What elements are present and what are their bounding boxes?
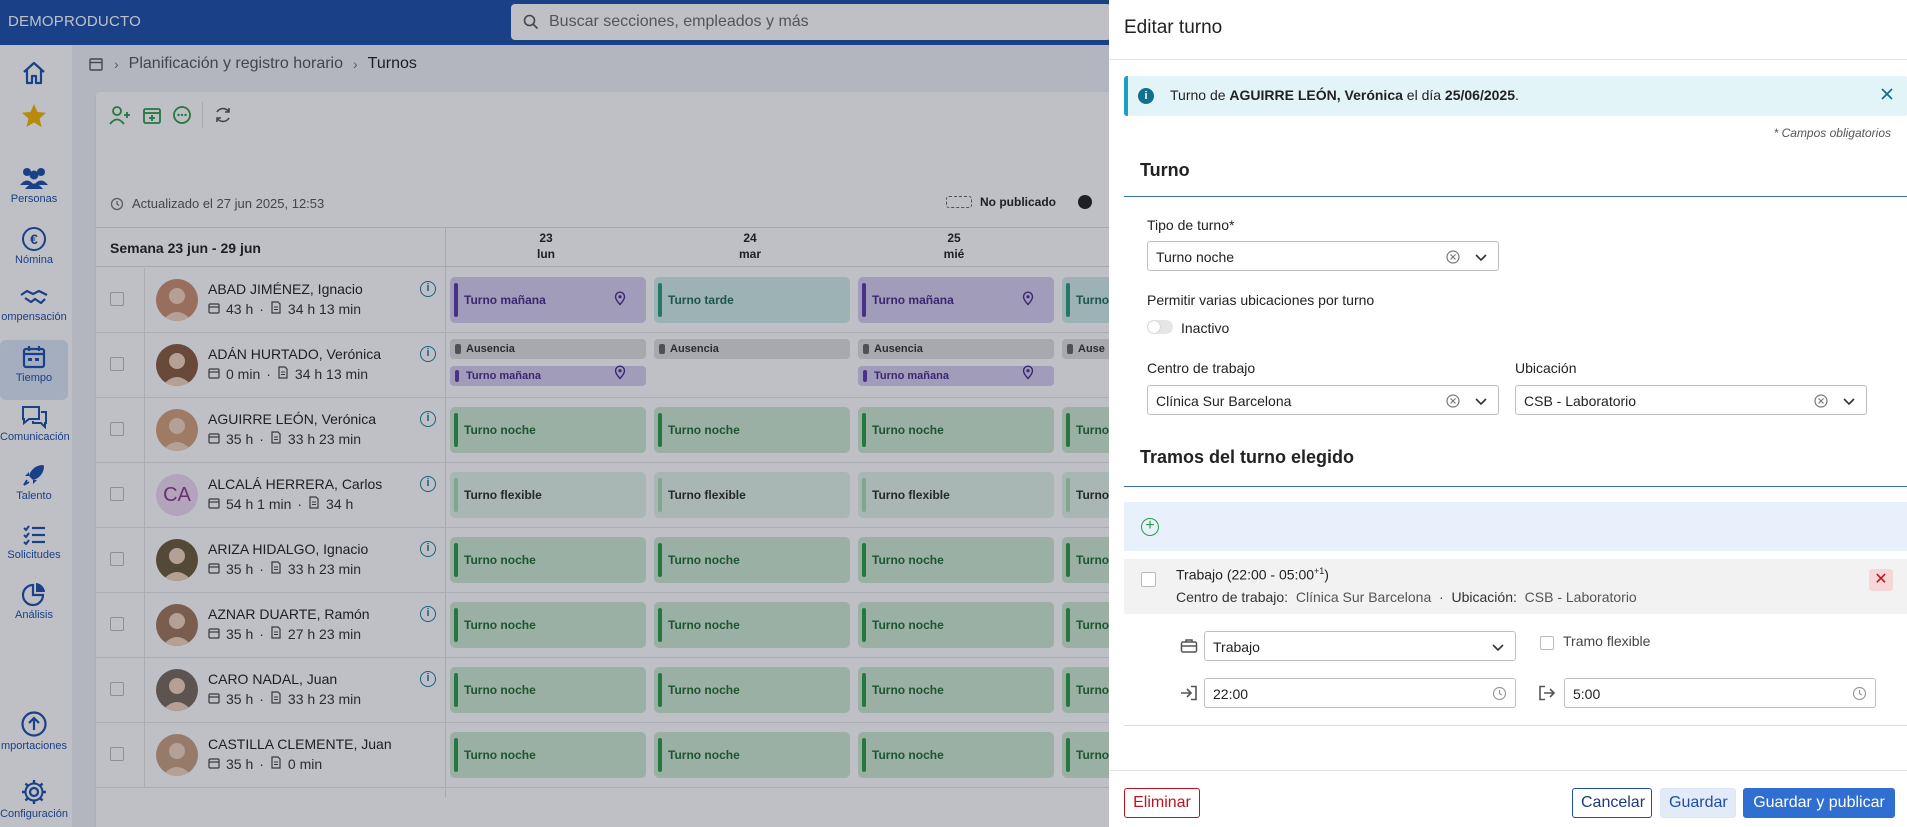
close-icon[interactable]	[1879, 86, 1895, 102]
briefcase-icon	[1180, 639, 1198, 653]
location-value: CSB - Laboratorio	[1524, 393, 1637, 409]
shift-type-label: Tipo de turno*	[1147, 217, 1235, 233]
segments-toolbar: +	[1124, 502, 1907, 551]
segment-checkbox[interactable]	[1141, 572, 1156, 587]
end-time-value: 5:00	[1573, 686, 1601, 702]
clock-icon	[1852, 686, 1867, 701]
cancel-button[interactable]: Cancelar	[1572, 788, 1652, 818]
alert-text: Turno de AGUIRRE LEÓN, Verónica el día 2…	[1170, 87, 1519, 103]
required-note: * Campos obligatorios	[1773, 126, 1891, 140]
segment-row: Trabajo (22:00 - 05:00+1) Centro de trab…	[1124, 559, 1907, 614]
divider	[1124, 725, 1907, 726]
segment-type-select[interactable]: Trabajo	[1204, 631, 1516, 661]
divider	[1109, 59, 1907, 60]
chevron-down-icon	[1475, 398, 1487, 406]
segment-location-value: CSB - Laboratorio	[1524, 589, 1637, 605]
segment-details: Centro de trabajo: Clínica Sur Barcelona…	[1176, 589, 1637, 605]
alert-employee: AGUIRRE LEÓN, Verónica	[1229, 87, 1403, 103]
segment-center-value: Clínica Sur Barcelona	[1295, 589, 1432, 605]
segment-title: Trabajo (22:00 - 05:00+1)	[1176, 566, 1329, 583]
location-select[interactable]: CSB - Laboratorio	[1515, 385, 1867, 415]
shift-type-value: Turno noche	[1156, 249, 1235, 265]
alert-prefix: Turno de	[1170, 87, 1230, 103]
multi-location-toggle[interactable]	[1147, 320, 1173, 334]
segment-location-label: Ubicación:	[1451, 589, 1517, 605]
start-time-input[interactable]: 22:00	[1204, 678, 1516, 708]
delete-segment-button[interactable]: ✕	[1869, 569, 1893, 591]
clear-icon[interactable]	[1446, 250, 1460, 264]
clear-icon[interactable]	[1446, 394, 1460, 408]
shift-type-select[interactable]: Turno noche	[1147, 241, 1499, 271]
multi-location-state: Inactivo	[1181, 320, 1230, 336]
alert-date: 25/06/2025	[1444, 87, 1515, 103]
clock-icon	[1492, 686, 1507, 701]
save-and-publish-button[interactable]: Guardar y publicar	[1743, 788, 1895, 818]
save-button[interactable]: Guardar	[1660, 788, 1736, 818]
section-divider	[1124, 486, 1907, 487]
work-center-label: Centro de trabajo	[1147, 360, 1256, 376]
location-label: Ubicación	[1515, 360, 1577, 376]
work-center-value: Clínica Sur Barcelona	[1156, 393, 1292, 409]
clock-in-icon	[1181, 685, 1197, 701]
alert-mid: el día	[1402, 87, 1445, 103]
end-time-input[interactable]: 5:00	[1564, 678, 1876, 708]
multi-location-label: Permitir varias ubicaciones por turno	[1147, 292, 1375, 308]
section-title-shift: Turno	[1140, 160, 1190, 180]
chevron-down-icon	[1492, 644, 1504, 652]
segment-title-text: Trabajo (22:00 - 05:00	[1176, 566, 1315, 583]
edit-shift-panel: Editar turno i Turno de AGUIRRE LEÓN, Ve…	[1109, 0, 1907, 827]
section-title-segments: Tramos del turno elegido	[1140, 447, 1355, 467]
info-icon: i	[1138, 88, 1154, 104]
segment-type-value: Trabajo	[1213, 639, 1260, 655]
clock-out-icon	[1539, 685, 1556, 701]
alert-end: .	[1515, 87, 1519, 103]
separator: ·	[1439, 589, 1444, 605]
add-segment-icon[interactable]: +	[1141, 518, 1159, 536]
flexible-label: Tramo flexible	[1563, 633, 1651, 649]
flexible-checkbox[interactable]	[1540, 636, 1554, 650]
chevron-down-icon	[1475, 254, 1487, 262]
segment-title-end: )	[1324, 566, 1329, 583]
modal-overlay[interactable]	[0, 0, 1109, 827]
section-divider	[1124, 196, 1907, 197]
delete-button[interactable]: Eliminar	[1124, 788, 1200, 818]
next-day-marker: +1	[1314, 566, 1325, 576]
chevron-down-icon	[1843, 398, 1855, 406]
footer-divider	[1109, 770, 1907, 771]
panel-title: Editar turno	[1124, 17, 1223, 38]
clear-icon[interactable]	[1814, 394, 1828, 408]
segment-center-label: Centro de trabajo:	[1176, 589, 1289, 605]
work-center-select[interactable]: Clínica Sur Barcelona	[1147, 385, 1499, 415]
start-time-value: 22:00	[1213, 686, 1249, 702]
info-alert: i Turno de AGUIRRE LEÓN, Verónica el día…	[1124, 76, 1907, 116]
